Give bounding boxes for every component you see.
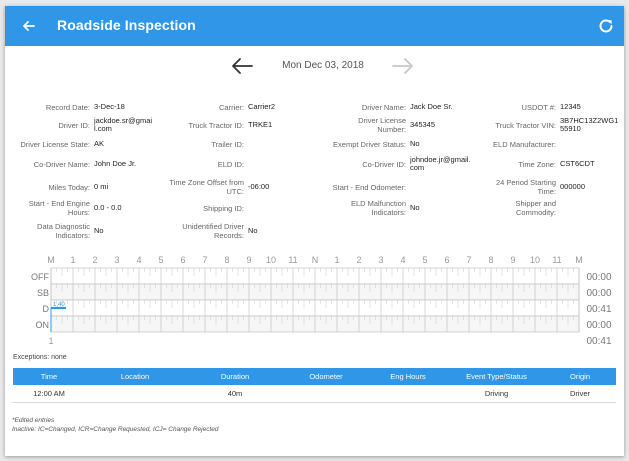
duty-status-graph: M 1 2 3 4 5 6 7 8 9 10 11 N 1 2 3 4 5 6 7 8 9 10 11 M OFF 00:00 SB 0… xyxy=(5,252,624,352)
table-row[interactable]: 12:00 AM 40m Driving Driver xyxy=(13,385,616,403)
edited-entries-note: *Edited entries xyxy=(12,417,55,424)
event-sequence-label: 1 xyxy=(48,336,53,346)
arrow-left-icon[interactable] xyxy=(19,16,39,36)
hour-label: N xyxy=(312,255,319,265)
field-data-diagnostic-indicators: Data Diagnostic Indicators: No xyxy=(37,222,104,240)
hour-label: 3 xyxy=(378,255,383,265)
events-table-header: Time Location Duration Odometer Eng Hour… xyxy=(13,368,616,385)
hour-label: 5 xyxy=(158,255,163,265)
hour-label: 8 xyxy=(488,255,493,265)
hour-label: M xyxy=(47,255,55,265)
app-bar: Roadside Inspection xyxy=(5,6,624,46)
hour-label: 10 xyxy=(266,255,276,265)
column-header-duration: Duration xyxy=(220,372,250,381)
hour-label: 8 xyxy=(224,255,229,265)
status-total: 00:00 xyxy=(586,272,611,283)
status-total: 00:41 xyxy=(586,304,611,315)
hour-label: 5 xyxy=(422,255,427,265)
grand-total: 00:41 xyxy=(586,336,611,347)
column-header-origin: Origin xyxy=(569,372,590,381)
hour-label: 11 xyxy=(288,255,297,265)
hour-label: 6 xyxy=(180,255,185,265)
cell-time: 12:00 AM xyxy=(33,389,65,398)
hour-label: 3 xyxy=(114,255,119,265)
duty-status-graph-svg: M 1 2 3 4 5 6 7 8 9 10 11 N 1 2 3 4 5 6 7 8 9 10 11 M OFF 00:00 SB 0… xyxy=(31,255,612,347)
info-row: Data Diagnostic Indicators: No Unidentifi… xyxy=(5,218,624,244)
hour-label: 9 xyxy=(246,255,251,265)
hour-label: 4 xyxy=(400,255,405,265)
date-navigator: Mon Dec 03, 2018 xyxy=(5,46,624,84)
next-day-arrow-icon xyxy=(392,58,413,74)
hour-label: 1 xyxy=(334,255,339,265)
status-label-off: OFF xyxy=(31,272,49,282)
hour-label: 6 xyxy=(444,255,449,265)
current-date: Mon Dec 03, 2018 xyxy=(282,60,364,71)
cell-duration: 40m xyxy=(227,389,243,398)
hour-label: M xyxy=(575,255,583,265)
hour-label: 2 xyxy=(356,255,361,265)
status-label-d: D xyxy=(43,304,50,314)
status-label-sb: SB xyxy=(37,288,49,298)
status-total: 00:00 xyxy=(586,320,611,331)
column-header-eng-hours: Eng Hours xyxy=(390,372,426,381)
field-unidentified-driver-records: Unidentified Driver Records: No xyxy=(182,222,258,240)
hour-label: 4 xyxy=(136,255,141,265)
hour-label: 9 xyxy=(510,255,515,265)
cell-event-type: Driving xyxy=(484,389,509,398)
hour-label: 1 xyxy=(70,255,75,265)
refresh-icon[interactable] xyxy=(596,16,616,36)
previous-day-arrow-icon[interactable] xyxy=(229,54,255,78)
hour-label: 10 xyxy=(530,255,540,265)
exceptions-text: Exceptions: none xyxy=(13,354,67,361)
status-total: 00:00 xyxy=(586,288,611,299)
column-header-event-type: Event Type/Status xyxy=(466,372,527,381)
event-marker-label: 1,40 xyxy=(53,302,65,308)
column-header-odometer: Odometer xyxy=(309,372,343,381)
events-table: Time Location Duration Odometer Eng Hour… xyxy=(13,368,616,403)
hour-label: 11 xyxy=(552,255,561,265)
status-label-on: ON xyxy=(36,320,50,330)
column-header-time: Time xyxy=(40,372,58,381)
notes: *Edited entries Inactive: IC=Changed, IC… xyxy=(12,417,219,434)
column-header-location: Location xyxy=(120,372,150,381)
cell-origin: Driver xyxy=(570,389,590,398)
page-title: Roadside Inspection xyxy=(57,17,196,33)
hour-label: 7 xyxy=(202,255,207,265)
hour-label: 2 xyxy=(92,255,97,265)
hour-label: 7 xyxy=(466,255,471,265)
inactive-legend-note: Inactive: IC=Changed, ICR=Change Request… xyxy=(12,425,219,433)
app-window: Roadside Inspection Mon Dec 03, 2018 Rec… xyxy=(5,6,624,456)
